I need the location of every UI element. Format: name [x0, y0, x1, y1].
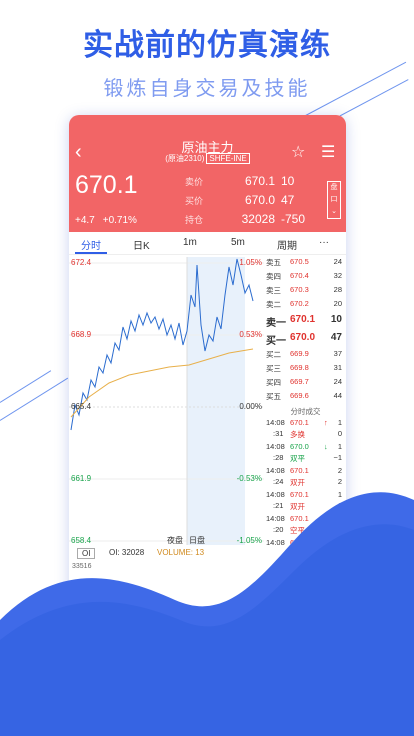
decorative-wave — [0, 492, 414, 736]
